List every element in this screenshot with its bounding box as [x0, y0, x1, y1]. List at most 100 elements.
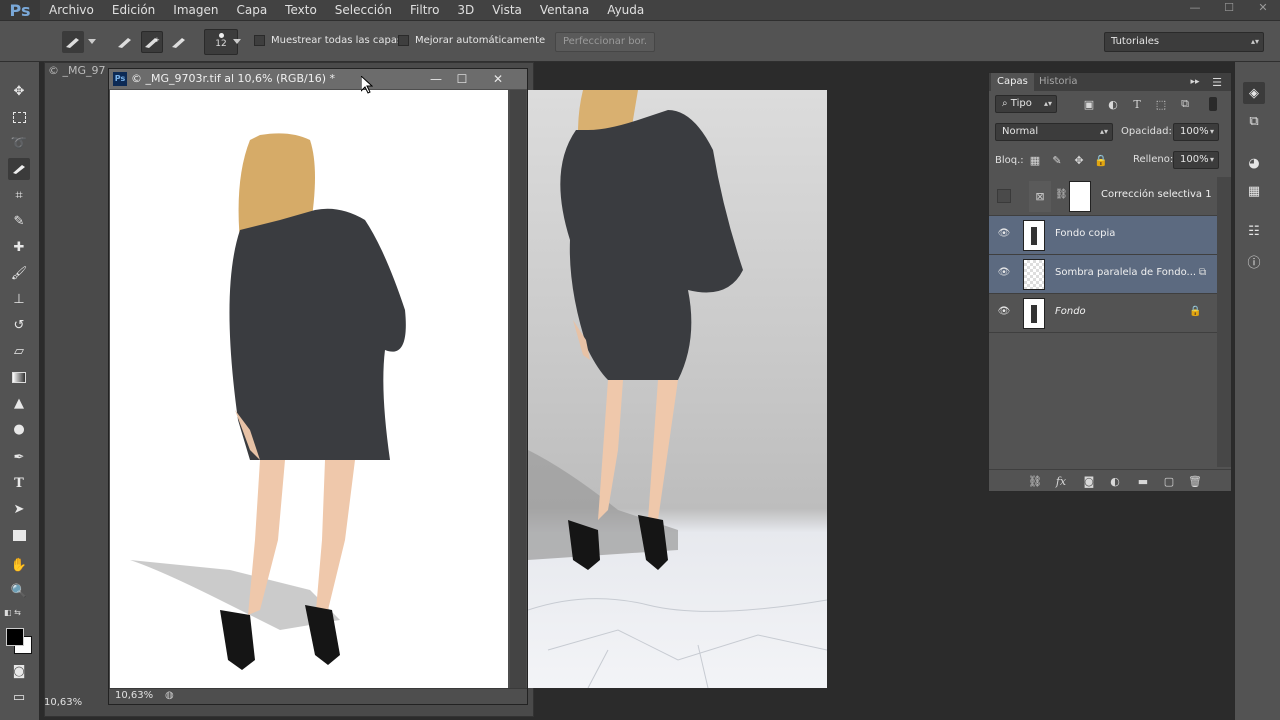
- blend-mode-select[interactable]: Normal ▴▾: [995, 123, 1113, 141]
- visibility-toggle-off[interactable]: [997, 189, 1011, 203]
- collapse-panel-icon[interactable]: ▸▸: [1187, 74, 1203, 90]
- pen-tool-icon[interactable]: ✒: [8, 446, 30, 468]
- document-window-front[interactable]: Ps © _MG_9703r.tif al 10,6% (RGB/16) * —…: [108, 68, 528, 705]
- new-group-icon[interactable]: ▬: [1135, 473, 1151, 489]
- new-selection-icon[interactable]: [114, 31, 136, 53]
- menu-ayuda[interactable]: Ayuda: [598, 0, 653, 20]
- lock-transparent-icon[interactable]: ▦: [1027, 152, 1043, 168]
- eyedropper-tool-icon[interactable]: ✎: [8, 210, 30, 232]
- eraser-tool-icon[interactable]: ▱: [8, 340, 30, 362]
- crop-tool-icon[interactable]: ⌗: [8, 184, 30, 206]
- layer-row[interactable]: 👁 Fondo 🔒: [989, 294, 1217, 333]
- sample-all-layers-option[interactable]: Muestrear todas las capas: [254, 35, 402, 46]
- document-titlebar[interactable]: Ps © _MG_9703r.tif al 10,6% (RGB/16) * —…: [109, 69, 527, 89]
- layer-row[interactable]: 👁 Sombra paralela de Fondo... ⧉: [989, 255, 1217, 294]
- lock-all-icon[interactable]: 🔒: [1093, 152, 1109, 168]
- eye-icon[interactable]: 👁: [997, 306, 1011, 320]
- brush-size-arrow-icon[interactable]: [232, 31, 242, 53]
- palette-dock-icon[interactable]: ◕: [1243, 152, 1265, 174]
- new-layer-icon[interactable]: ▢: [1161, 473, 1177, 489]
- blur-tool-icon[interactable]: ▲: [8, 392, 30, 414]
- link-layers-icon[interactable]: ⛓: [1027, 473, 1043, 489]
- close-button[interactable]: ✕: [1246, 0, 1280, 14]
- filter-smart-object-icon[interactable]: ⧉: [1177, 96, 1193, 112]
- layer-thumbnail[interactable]: [1023, 298, 1045, 329]
- menu-filtro[interactable]: Filtro: [401, 0, 448, 20]
- back-document-zoom-level[interactable]: 10,63%: [44, 697, 82, 708]
- lock-image-icon[interactable]: ✎: [1049, 152, 1065, 168]
- minimize-button[interactable]: —: [1178, 0, 1212, 14]
- document-zoom-level[interactable]: 10,63%: [115, 690, 153, 701]
- quick-selection-tool-icon[interactable]: [8, 158, 30, 180]
- properties-dock-icon[interactable]: ☷: [1243, 220, 1265, 242]
- layers-scrollbar[interactable]: [1217, 177, 1231, 467]
- menu-seleccion[interactable]: Selección: [326, 0, 401, 20]
- link-icon[interactable]: ⛓: [1055, 189, 1068, 200]
- canvas-isolated[interactable]: [110, 90, 508, 688]
- swatches-dock-icon[interactable]: ▦: [1243, 180, 1265, 202]
- layer-thumbnail[interactable]: [1023, 220, 1045, 251]
- info-dock-icon[interactable]: ⓘ: [1243, 250, 1265, 272]
- layer-thumbnail[interactable]: [1023, 259, 1045, 290]
- menu-capa[interactable]: Capa: [227, 0, 276, 20]
- menu-edicion[interactable]: Edición: [103, 0, 164, 20]
- tool-preset-arrow-icon[interactable]: [86, 31, 98, 53]
- quick-selection-tool-icon[interactable]: [62, 31, 84, 53]
- trash-icon[interactable]: 🗑: [1187, 473, 1203, 489]
- doc-close-icon[interactable]: ✕: [485, 71, 511, 87]
- sample-all-layers-checkbox[interactable]: [254, 35, 265, 46]
- subtract-from-selection-icon[interactable]: -: [168, 31, 190, 53]
- rectangle-tool-icon[interactable]: [8, 524, 30, 546]
- menu-ventana[interactable]: Ventana: [531, 0, 598, 20]
- tab-history[interactable]: Historia: [1033, 73, 1084, 91]
- eye-icon[interactable]: 👁: [997, 267, 1011, 281]
- healing-brush-tool-icon[interactable]: ✚: [8, 236, 30, 258]
- adjustments-dock-icon[interactable]: ⧉: [1243, 110, 1265, 132]
- document-scrollbar[interactable]: [510, 90, 526, 688]
- layer-row[interactable]: 👁 Fondo copia: [989, 216, 1217, 255]
- eye-icon[interactable]: 👁: [997, 228, 1011, 242]
- layer-style-icon[interactable]: fx: [1053, 473, 1069, 489]
- filter-adjustment-icon[interactable]: ◐: [1105, 96, 1121, 112]
- menu-texto[interactable]: Texto: [276, 0, 326, 20]
- add-mask-icon[interactable]: ◙: [1081, 473, 1097, 489]
- zoom-tool-icon[interactable]: 🔍: [8, 580, 30, 602]
- foreground-color-swatch[interactable]: [6, 628, 24, 646]
- tab-layers[interactable]: Capas: [991, 73, 1034, 91]
- gradient-tool-icon[interactable]: [8, 366, 30, 388]
- panel-menu-icon[interactable]: ☰: [1209, 74, 1225, 90]
- screen-mode-icon[interactable]: ▭: [8, 686, 30, 708]
- auto-enhance-checkbox[interactable]: [398, 35, 409, 46]
- filter-toggle[interactable]: [1209, 97, 1217, 111]
- lasso-tool-icon[interactable]: ➰: [8, 132, 30, 154]
- filter-pixel-icon[interactable]: ▣: [1081, 96, 1097, 112]
- opacity-input[interactable]: 100% ▾: [1173, 123, 1219, 141]
- menu-imagen[interactable]: Imagen: [164, 0, 227, 20]
- layers-dock-icon[interactable]: ◈: [1243, 82, 1265, 104]
- fill-input[interactable]: 100% ▾: [1173, 151, 1219, 169]
- filter-shape-icon[interactable]: ⬚: [1153, 96, 1169, 112]
- move-tool-icon[interactable]: ✥: [8, 80, 30, 102]
- history-brush-tool-icon[interactable]: ↺: [8, 314, 30, 336]
- add-to-selection-icon[interactable]: +: [141, 31, 163, 53]
- workspace-select[interactable]: Tutoriales ▴▾: [1104, 32, 1264, 52]
- menu-archivo[interactable]: Archivo: [40, 0, 103, 20]
- menu-vista[interactable]: Vista: [483, 0, 531, 20]
- new-adjustment-icon[interactable]: ◐: [1107, 473, 1123, 489]
- maximize-button[interactable]: ☐: [1212, 0, 1246, 14]
- menu-3d[interactable]: 3D: [448, 0, 483, 20]
- canvas-composite[interactable]: [527, 90, 828, 689]
- lock-position-icon[interactable]: ✥: [1071, 152, 1087, 168]
- clone-stamp-tool-icon[interactable]: ⊥: [8, 288, 30, 310]
- dodge-tool-icon[interactable]: ●: [8, 418, 30, 440]
- doc-minimize-icon[interactable]: —: [423, 71, 449, 87]
- hand-tool-icon[interactable]: ✋: [8, 554, 30, 576]
- status-info-icon[interactable]: ◍: [165, 690, 174, 701]
- default-colors-icon[interactable]: ◧ ⇆: [4, 608, 21, 617]
- marquee-tool-icon[interactable]: [8, 106, 30, 128]
- layer-filter-select[interactable]: ⌕ Tipo ▴▾: [995, 95, 1057, 113]
- layer-row[interactable]: ⊠ ⛓ Corrección selectiva 1: [989, 177, 1217, 216]
- path-selection-tool-icon[interactable]: ➤: [8, 498, 30, 520]
- document-tab-back[interactable]: © _MG_97: [48, 64, 106, 77]
- layer-mask-thumbnail[interactable]: [1069, 181, 1091, 212]
